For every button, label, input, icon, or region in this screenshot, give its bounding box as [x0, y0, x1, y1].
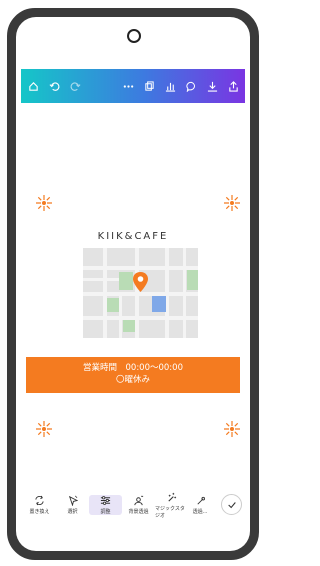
tool-adjust[interactable]: 調整: [89, 495, 122, 515]
tool-label: 透過...: [192, 509, 208, 515]
sparkle-decoration-icon[interactable]: [224, 195, 240, 211]
tool-label: マジックスタジオ: [155, 505, 185, 519]
image-tools-bar: 置き換え 選択 調整 背景透過 マジックスタジオ 透過...: [21, 487, 245, 523]
tool-magic-studio[interactable]: マジックスタジオ: [155, 492, 188, 519]
phone-frame: KIIK&CAFE 営業時間 00:00～00:00 〇曜休み 置き換え 選択 …: [7, 8, 259, 560]
business-hours-banner[interactable]: 営業時間 00:00～00:00 〇曜休み: [26, 357, 240, 393]
tool-bg-remove[interactable]: 背景透過: [122, 495, 155, 515]
tool-label: 調整: [100, 509, 111, 515]
business-hours-text: 営業時間 00:00～00:00: [83, 363, 183, 373]
comment-icon[interactable]: [185, 80, 197, 92]
layers-icon[interactable]: [143, 80, 155, 92]
replace-icon: [35, 495, 44, 506]
select-icon: [68, 495, 78, 506]
tool-label: 置き換え: [29, 509, 50, 515]
more-icon[interactable]: [122, 80, 134, 92]
check-icon: [227, 501, 236, 508]
undo-icon[interactable]: [48, 80, 60, 92]
download-icon[interactable]: [206, 80, 218, 92]
redo-icon[interactable]: [69, 80, 81, 92]
tool-replace[interactable]: 置き換え: [23, 495, 56, 515]
toolbar-left: [27, 80, 81, 92]
share-icon[interactable]: [227, 80, 239, 92]
sparkle-decoration-icon[interactable]: [36, 421, 52, 437]
tool-label: 背景透過: [128, 509, 149, 515]
front-camera: [127, 29, 141, 43]
home-icon[interactable]: [27, 80, 39, 92]
sparkle-decoration-icon[interactable]: [224, 421, 240, 437]
editor-toolbar: [21, 69, 245, 103]
adjust-icon: [100, 496, 111, 505]
toolbar-right: [122, 80, 239, 92]
tool-transparency[interactable]: 透過...: [188, 495, 212, 515]
design-title[interactable]: KIIK&CAFE: [21, 231, 245, 242]
magic-studio-icon: [168, 492, 177, 502]
closed-day-text: 〇曜休み: [115, 375, 150, 385]
screen: KIIK&CAFE 営業時間 00:00～00:00 〇曜休み 置き換え 選択 …: [16, 17, 250, 551]
sparkle-decoration-icon[interactable]: [36, 195, 52, 211]
tool-select[interactable]: 選択: [56, 495, 89, 515]
tool-label: 選択: [67, 509, 78, 515]
design-canvas[interactable]: KIIK&CAFE 営業時間 00:00～00:00 〇曜休み: [21, 103, 245, 465]
chart-icon[interactable]: [164, 80, 176, 92]
confirm-button[interactable]: [221, 494, 242, 515]
transparency-icon: [196, 496, 205, 505]
bg-remove-icon: [134, 495, 144, 506]
map-image[interactable]: [83, 248, 198, 338]
